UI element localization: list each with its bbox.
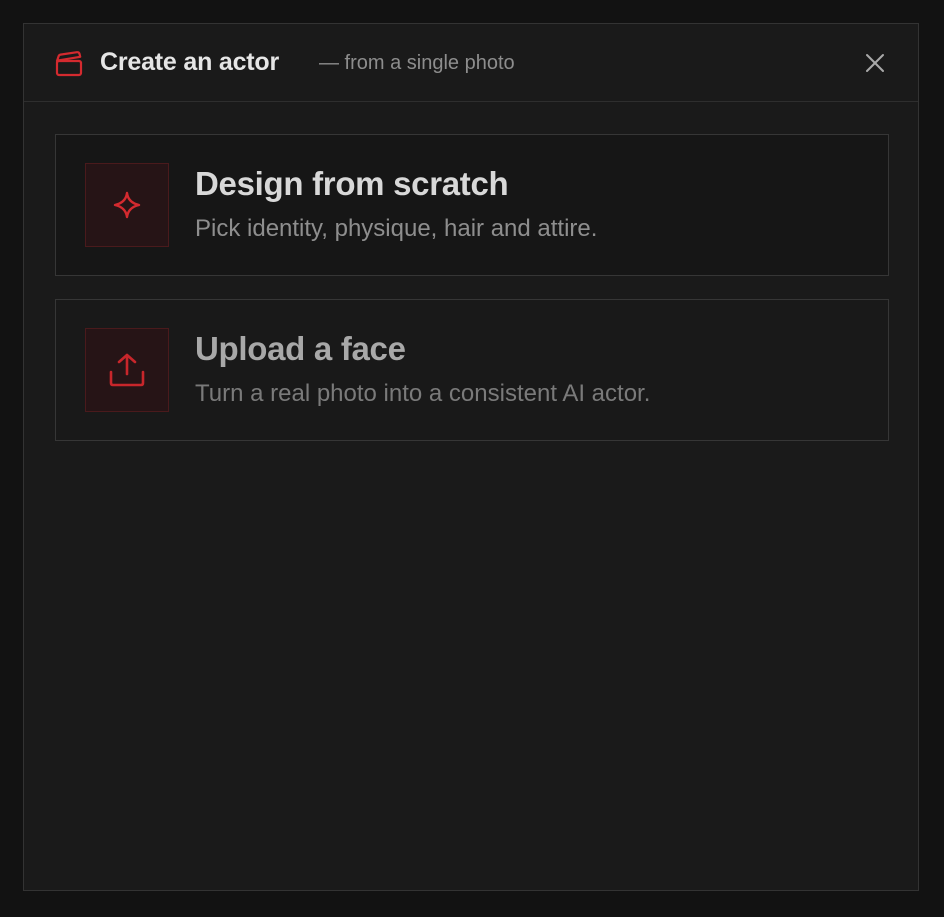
upload-icon-box [85,328,169,412]
dialog-header: Create an actor — from a single photo [24,24,918,102]
create-actor-dialog: Create an actor — from a single photo De… [23,23,919,891]
clapperboard-icon [55,51,83,77]
sparkle-icon [113,191,141,219]
upload-a-face-option[interactable]: Upload a face Turn a real photo into a c… [55,299,889,441]
upload-icon [109,353,145,387]
option-description: Turn a real photo into a consistent AI a… [195,380,651,407]
option-description: Pick identity, physique, hair and attire… [195,215,598,242]
design-from-scratch-option[interactable]: Design from scratch Pick identity, physi… [55,134,889,276]
close-button[interactable] [862,50,888,76]
dialog-subtitle: — from a single photo [319,52,515,74]
dialog-title: Create an actor [100,48,280,76]
option-title: Upload a face [195,330,406,367]
close-icon [866,54,884,72]
option-title: Design from scratch [195,165,509,202]
sparkle-icon-box [85,163,169,247]
